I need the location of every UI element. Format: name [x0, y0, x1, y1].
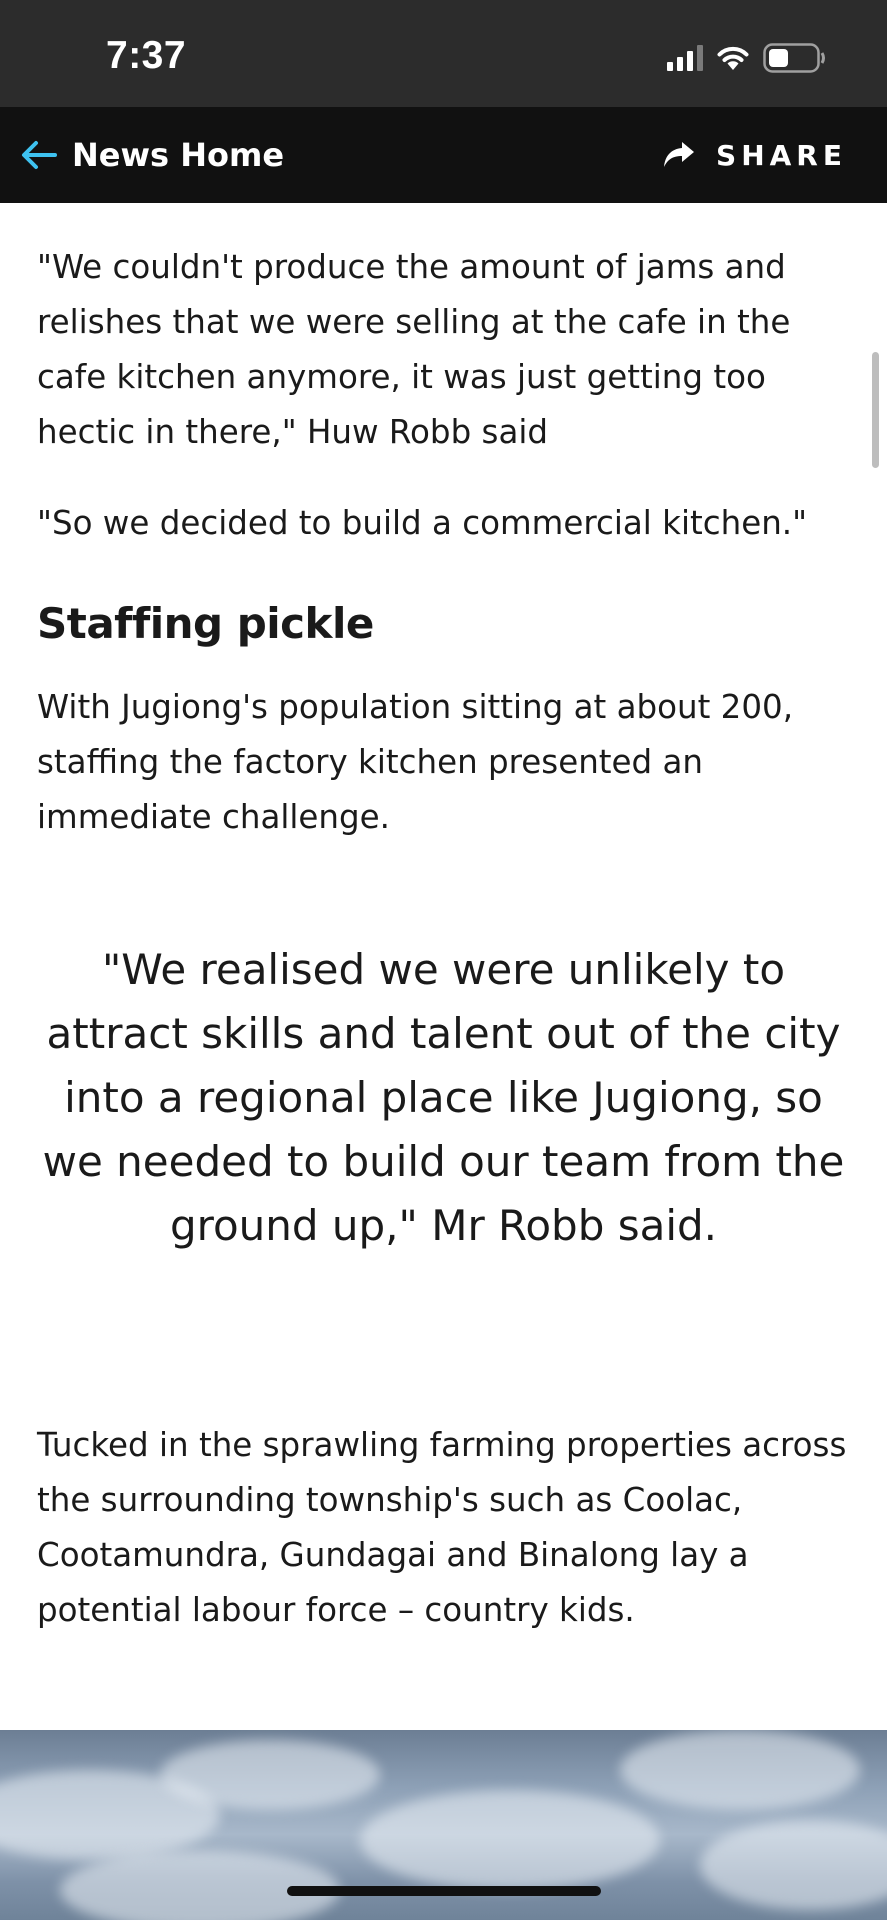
back-button[interactable]: News Home	[20, 129, 284, 181]
share-arrow-icon	[664, 142, 695, 167]
cellular-signal-icon	[667, 45, 703, 71]
pull-quote: "We realised we were unlikely to attract…	[42, 945, 845, 1250]
wifi-icon	[717, 46, 749, 70]
home-indicator[interactable]	[287, 1886, 601, 1896]
scroll-indicator[interactable]	[872, 352, 879, 468]
back-label: News Home	[72, 136, 285, 174]
share-button[interactable]: SHARE	[662, 129, 847, 181]
article-body: "We couldn't produce the amount of jams …	[37, 240, 852, 845]
status-icons	[667, 40, 827, 76]
battery-icon	[763, 43, 825, 73]
nav-bar: News Home SHARE	[0, 107, 887, 203]
share-label: SHARE	[716, 138, 847, 172]
article-paragraph: "So we decided to build a commercial kit…	[37, 504, 808, 542]
status-time: 7:37	[106, 34, 187, 77]
article-subheading: Staffing pickle	[37, 599, 374, 648]
article-paragraph: Tucked in the sprawling farming properti…	[37, 1426, 847, 1629]
article-paragraph: With Jugiong's population sitting at abo…	[37, 688, 794, 836]
article-paragraph: "We couldn't produce the amount of jams …	[37, 248, 791, 451]
status-bar: 7:37	[0, 0, 887, 107]
arrow-left-icon	[22, 141, 57, 169]
